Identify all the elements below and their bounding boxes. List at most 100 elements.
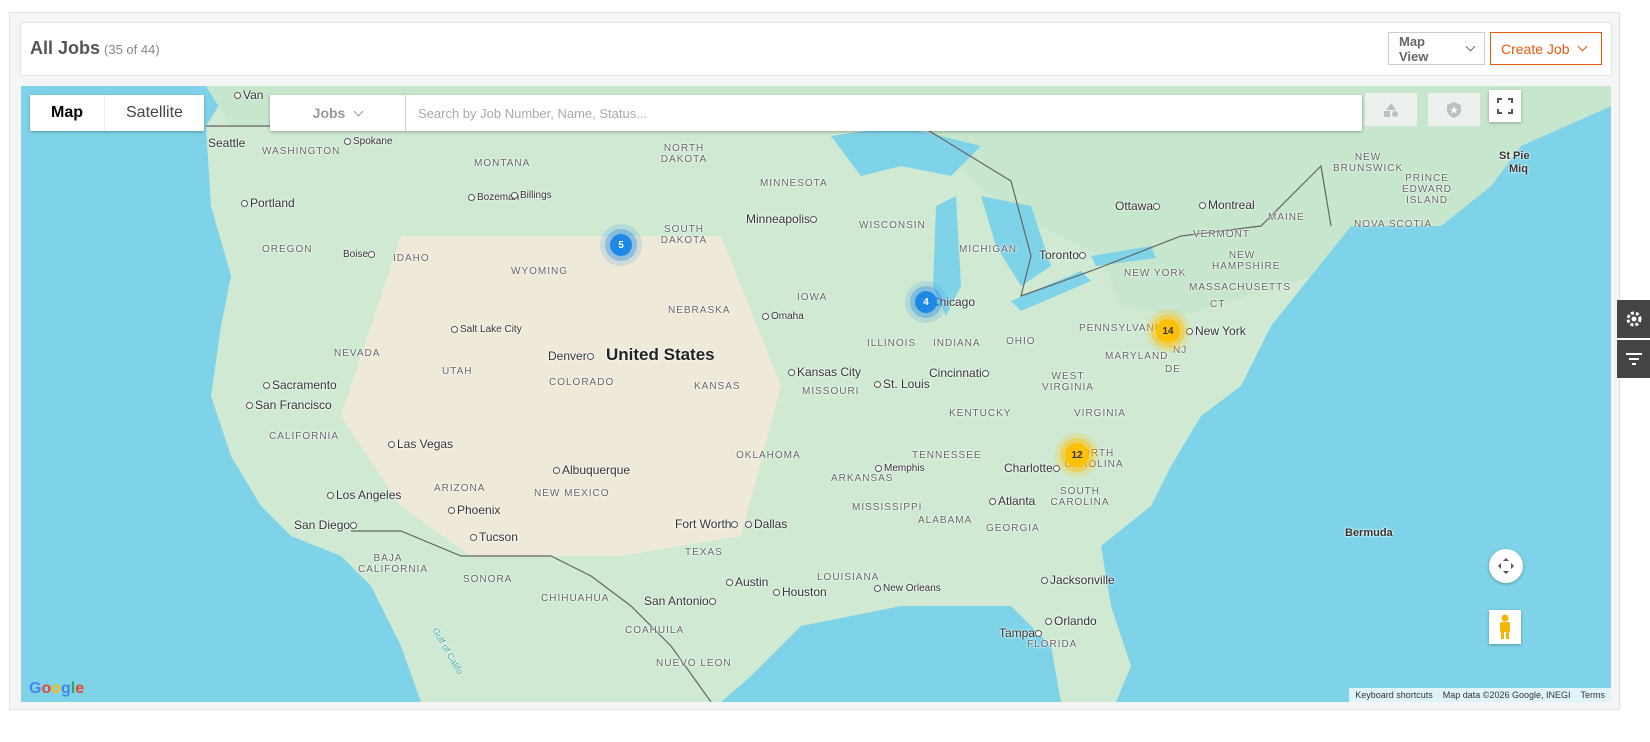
city-label: Jacksonville	[1041, 573, 1115, 587]
state-label: FLORIDA	[1027, 639, 1078, 650]
city-label: St. Louis	[874, 377, 930, 391]
job-cluster-marker[interactable]: 4	[915, 291, 937, 313]
move-arrows-icon	[1498, 558, 1514, 574]
city-label: St Pie	[1499, 150, 1530, 162]
state-label: WYOMING	[511, 266, 568, 277]
state-label: GEORGIA	[986, 523, 1040, 534]
page-title: All Jobs (35 of 44)	[30, 38, 160, 59]
map-data-text: Map data ©2026 Google, INEGI	[1442, 690, 1571, 700]
state-label: NEBRASKA	[668, 305, 731, 316]
city-label: Cincinnati	[929, 366, 991, 380]
state-label: KENTUCKY	[949, 408, 1012, 419]
fullscreen-button[interactable]	[1489, 90, 1521, 122]
city-label: San Diego	[294, 518, 359, 532]
job-cluster-marker[interactable]: 12	[1065, 443, 1089, 467]
shield-button[interactable]	[1428, 93, 1480, 126]
street-view-pegman[interactable]	[1489, 610, 1521, 644]
shapes-button[interactable]	[1365, 93, 1417, 126]
city-label: Phoenix	[448, 503, 500, 517]
state-label: NOVA SCOTIA	[1354, 219, 1433, 230]
terms-link[interactable]: Terms	[1581, 690, 1606, 700]
state-label: SOUTH DAKOTA	[660, 224, 708, 246]
shapes-icon	[1384, 102, 1398, 117]
job-cluster-marker[interactable]: 5	[610, 234, 632, 256]
state-label: OHIO	[1006, 336, 1036, 347]
city-label: Kansas City	[788, 365, 861, 379]
recenter-button[interactable]	[1489, 549, 1523, 583]
state-label: NEW BRUNSWICK	[1333, 152, 1404, 174]
state-label: NEW YORK	[1124, 268, 1187, 279]
city-label: Bermuda	[1345, 527, 1393, 539]
city-label: Tucson	[470, 530, 518, 544]
job-cluster-marker[interactable]: 14	[1156, 319, 1180, 343]
search-type-label: Jobs	[312, 105, 346, 121]
settings-side-tab[interactable]	[1617, 300, 1650, 338]
job-count: (35 of 44)	[104, 42, 160, 57]
state-label: MISSOURI	[802, 386, 860, 397]
city-label: Chicago	[931, 295, 976, 309]
city-label: Austin	[726, 575, 768, 589]
state-label: NEW HAMPSHIRE	[1212, 250, 1281, 272]
city-label: Omaha	[762, 311, 804, 322]
state-label: IOWA	[797, 292, 828, 303]
state-label: MARYLAND	[1105, 351, 1169, 362]
city-label: Albuquerque	[553, 463, 630, 477]
city-label: New York	[1186, 324, 1246, 338]
state-label: DE	[1165, 364, 1181, 375]
state-label: OKLAHOMA	[736, 450, 801, 461]
city-label: Charlotte	[1004, 461, 1062, 475]
city-label: Tampa	[999, 626, 1044, 640]
state-label: COAHUILA	[625, 625, 685, 636]
state-label: MISSISSIPPI	[852, 502, 923, 513]
state-label: WEST VIRGINIA	[1042, 371, 1094, 393]
create-job-button[interactable]: Create Job	[1490, 32, 1602, 65]
state-label: CT	[1210, 299, 1226, 310]
map-view-dropdown[interactable]: Map View	[1388, 32, 1485, 65]
map-type-map[interactable]: Map	[30, 95, 105, 131]
map-attribution: Keyboard shortcuts Map data ©2026 Google…	[1349, 688, 1611, 702]
city-label: Dallas	[745, 517, 787, 531]
state-label: PRINCE EDWARD ISLAND	[1401, 173, 1453, 206]
city-label: Houston	[773, 585, 827, 599]
jobs-header: All Jobs (35 of 44) Map View Create Job	[20, 22, 1612, 76]
city-label: San Antonio	[644, 594, 718, 608]
state-label: COLORADO	[549, 377, 615, 388]
city-label: Billings	[511, 190, 552, 201]
state-label: LOUISIANA	[817, 572, 880, 583]
city-label: Minneapolis	[746, 212, 819, 226]
jobs-map[interactable]: United States Seattle Spokane Portland B…	[21, 86, 1611, 702]
state-label: CALIFORNIA	[269, 431, 340, 442]
state-label: MONTANA	[474, 158, 531, 169]
chevron-down-icon	[1578, 41, 1588, 52]
city-label: Montreal	[1199, 198, 1255, 212]
map-type-satellite[interactable]: Satellite	[105, 95, 204, 131]
state-label: TENNESSEE	[912, 450, 982, 461]
search-input[interactable]	[406, 95, 1362, 131]
filter-icon	[1625, 353, 1642, 365]
city-label: Orlando	[1045, 614, 1097, 628]
shield-star-icon	[1447, 101, 1461, 118]
city-label: Salt Lake City	[451, 324, 522, 335]
city-label: Toronto	[1039, 248, 1088, 262]
city-label: New Orleans	[874, 583, 941, 594]
state-label: NJ	[1173, 345, 1188, 356]
google-logo: Google	[29, 680, 85, 697]
interior-plains	[341, 236, 781, 556]
state-label: IDAHO	[393, 253, 430, 264]
state-label: WASHINGTON	[262, 146, 341, 157]
state-label: MINNESOTA	[760, 178, 828, 189]
state-label: NEVADA	[334, 348, 381, 359]
chevron-down-icon	[353, 106, 364, 116]
state-label: NUEVO LEON	[656, 658, 732, 669]
filter-side-tab[interactable]	[1617, 340, 1650, 378]
state-label: BAJA CALIFORNIA	[358, 553, 429, 575]
keyboard-shortcuts-link[interactable]: Keyboard shortcuts	[1355, 690, 1433, 700]
map-type-toggle: Map Satellite	[30, 95, 204, 131]
state-label: KANSAS	[694, 381, 741, 392]
search-type-select[interactable]: Jobs	[270, 95, 406, 131]
city-label: Ottawa	[1115, 199, 1162, 213]
city-label: Boise	[343, 249, 377, 260]
state-label: UTAH	[442, 366, 473, 377]
state-label: OREGON	[262, 244, 313, 255]
city-label: Miq	[1509, 163, 1528, 175]
